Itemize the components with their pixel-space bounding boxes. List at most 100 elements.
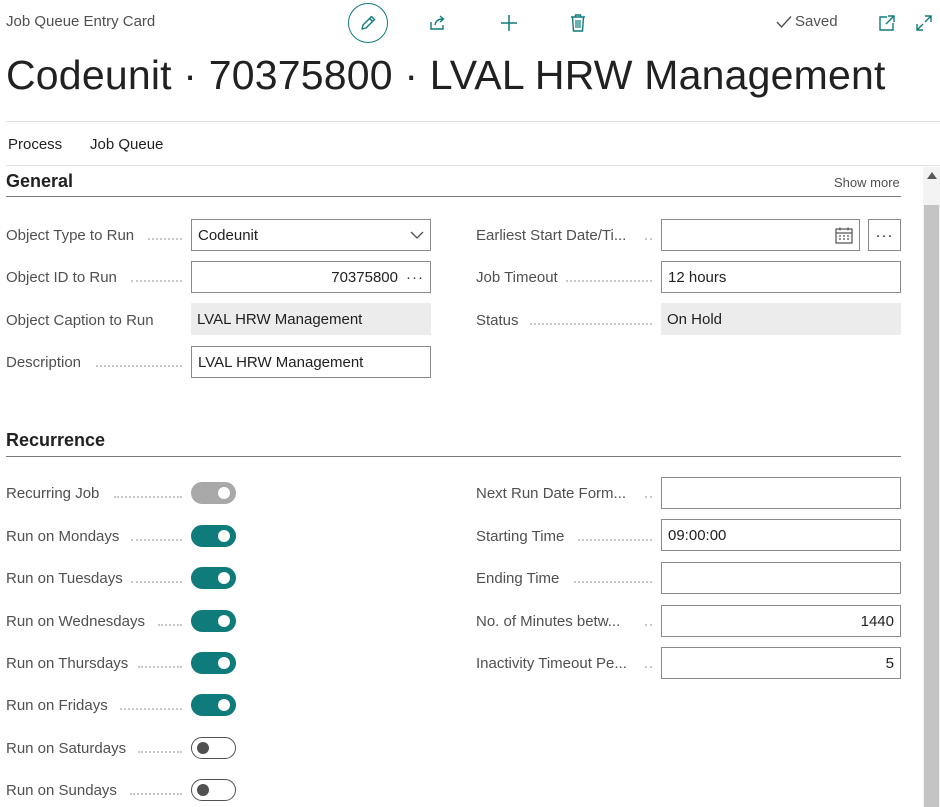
object-caption-field: LVAL HRW Management [191,303,431,335]
recurrence-section-title[interactable]: Recurrence [6,430,105,451]
run-on-saturdays-leader [138,751,182,753]
run-on-saturdays-label: Run on Saturdays [6,740,127,757]
general-section-title[interactable]: General [6,171,73,192]
object-id-input[interactable]: 70375800 ··· [191,261,431,293]
saved-label: Saved [795,13,838,30]
saved-status: Saved [776,13,838,30]
run-on-sundays-label: Run on Sundays [6,782,117,799]
run-on-thursdays-leader [138,666,182,668]
menu-process[interactable]: Process [8,136,62,153]
toggle-knob [218,657,230,669]
new-button[interactable] [498,12,520,34]
recurring-job-leader [114,496,182,498]
ending-time-input[interactable] [661,562,901,594]
run-on-wednesdays-leader [158,624,182,626]
recurring-job-toggle[interactable] [191,482,236,504]
checkmark-icon [776,15,792,28]
general-section-divider [6,196,901,197]
run-on-thursdays-toggle[interactable] [191,652,236,674]
minutes-between-leader [645,624,652,626]
object-type-leader [148,238,182,240]
status-label: Status [476,312,519,329]
ellipsis-icon: ··· [875,226,894,244]
next-run-date-formula-input[interactable] [661,477,901,509]
status-value: On Hold [667,310,723,328]
object-caption-value: LVAL HRW Management [197,310,363,328]
edit-button[interactable] [348,3,388,43]
status-field: On Hold [661,303,901,335]
run-on-fridays-toggle[interactable] [191,694,236,716]
toggle-knob [218,530,230,542]
toggle-knob [197,784,209,796]
minutes-between-runs-input[interactable]: 1440 [661,605,901,637]
job-timeout-value: 12 hours [668,268,727,286]
menu-divider [6,165,940,166]
share-icon [430,15,445,30]
next-run-date-formula-label: Next Run Date Form... [476,485,627,502]
calendar-icon[interactable] [835,227,853,244]
run-on-tuesdays-label: Run on Tuesdays [6,570,123,587]
description-leader [96,365,182,367]
inactivity-timeout-label: Inactivity Timeout Pe... [476,655,627,672]
toggle-knob [218,487,230,499]
starting-time-input[interactable]: 09:00:00 [661,519,901,551]
chevron-down-icon [410,231,424,239]
run-on-mondays-toggle[interactable] [191,525,236,547]
run-on-tuesdays-leader [131,581,182,583]
description-input[interactable]: LVAL HRW Management [191,346,431,378]
page-title: Codeunit · 70375800 · LVAL HRW Managemen… [6,52,886,98]
run-on-sundays-leader [130,793,182,795]
run-on-tuesdays-toggle[interactable] [191,567,236,589]
share-button[interactable] [427,12,449,34]
run-on-sundays-toggle[interactable] [191,779,236,801]
inactivity-timeout-value: 5 [885,654,894,672]
object-type-select[interactable]: Codeunit [191,219,431,251]
minutes-between-runs-label: No. of Minutes betw... [476,613,621,630]
starting-time-leader [578,539,652,541]
expand-icon [916,15,932,31]
minutes-between-value: 1440 [860,612,894,630]
object-id-value: 70375800 [331,268,398,286]
inactivity-timeout-input[interactable]: 5 [661,647,901,679]
description-value: LVAL HRW Management [198,353,364,371]
next-run-leader [645,496,652,498]
job-timeout-leader [566,280,652,282]
scrollbar-thumb[interactable] [924,205,939,807]
toggle-knob [218,572,230,584]
run-on-wednesdays-toggle[interactable] [191,610,236,632]
run-on-mondays-leader [131,539,182,541]
object-type-value: Codeunit [198,226,259,244]
menu-job-queue[interactable]: Job Queue [90,136,163,153]
trash-icon [571,14,585,32]
recurring-job-label: Recurring Job [6,485,100,502]
description-label: Description [6,354,82,371]
plus-icon [501,15,517,31]
earliest-start-more-button[interactable]: ··· [868,219,901,251]
run-on-fridays-leader [120,708,182,710]
delete-button[interactable] [567,12,589,34]
toggle-knob [218,699,230,711]
run-on-saturdays-toggle[interactable] [191,737,236,759]
open-new-window-button[interactable] [876,12,898,34]
starting-time-label: Starting Time [476,528,565,545]
object-id-label: Object ID to Run [6,269,117,286]
run-on-fridays-label: Run on Fridays [6,697,108,714]
starting-time-value: 09:00:00 [668,526,727,544]
toggle-knob [218,615,230,627]
object-id-leader [131,280,182,282]
run-on-wednesdays-label: Run on Wednesdays [6,613,145,630]
scroll-up-arrow-icon[interactable] [927,172,937,179]
inactivity-timeout-leader [645,666,652,668]
ending-time-leader [574,581,652,583]
job-timeout-input[interactable]: 12 hours [661,261,901,293]
ellipsis-icon[interactable]: ··· [398,269,424,286]
card-type-label: Job Queue Entry Card [6,13,156,30]
earliest-start-input[interactable] [661,219,860,251]
earliest-start-leader [645,238,652,240]
expand-button[interactable] [913,12,935,34]
run-on-mondays-label: Run on Mondays [6,528,120,545]
run-on-thursdays-label: Run on Thursdays [6,655,129,672]
show-more-link[interactable]: Show more [834,175,900,190]
object-type-label: Object Type to Run [6,227,135,244]
ending-time-label: Ending Time [476,570,560,587]
